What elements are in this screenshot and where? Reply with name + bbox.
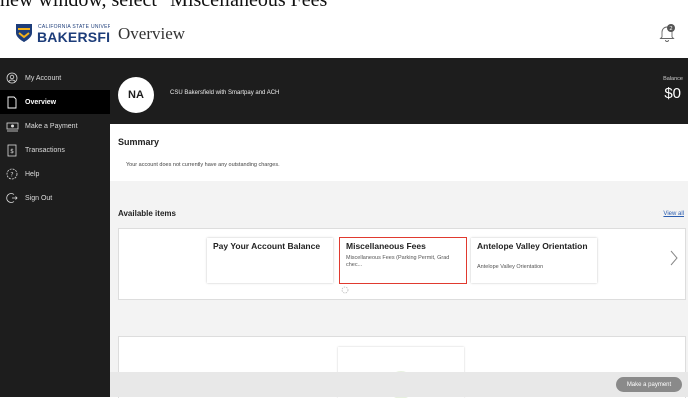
sidebar-nav: My Account Overview Make a Payment $ Tra…	[0, 66, 110, 210]
summary-text: Your account does not currently have any…	[126, 162, 280, 168]
card-description: Miscellaneous Fees (Parking Permit, Grad…	[346, 255, 450, 268]
card-title: Pay Your Account Balance	[213, 241, 321, 251]
loading-spinner-icon	[341, 286, 349, 294]
svg-text:$: $	[10, 148, 14, 155]
person-circle-icon	[5, 71, 19, 85]
card-title: Antelope Valley Orientation	[477, 241, 588, 251]
receipt-icon: $	[5, 143, 19, 157]
page-title: Overview	[118, 24, 186, 43]
balance-value: $0	[664, 85, 681, 102]
instruction-caption: new window, select "Miscellaneous Fees"	[0, 0, 688, 10]
brand-logo[interactable]: CALIFORNIA STATE UNIVERSITY BAKERSFIELD	[0, 10, 139, 58]
avatar: NA	[118, 77, 154, 113]
svg-text:?: ?	[10, 171, 13, 178]
make-payment-button[interactable]: Make a payment	[616, 377, 682, 392]
cash-icon	[5, 119, 19, 133]
sidebar-item-overview[interactable]: Overview	[0, 90, 110, 114]
balance-label: Balance	[663, 76, 683, 82]
sidebar-item-sign-out[interactable]: Sign Out	[0, 186, 110, 210]
notification-count: 2	[669, 26, 673, 32]
top-bar: Overview 2	[110, 10, 688, 59]
bottom-action-bar: Make a payment	[110, 372, 688, 397]
sidebar-item-label: Make a Payment	[25, 122, 78, 130]
sidebar-item-make-payment[interactable]: Make a Payment	[0, 114, 110, 138]
card-pay-account-balance[interactable]: Pay Your Account Balance	[207, 238, 333, 283]
sidebar-item-label: Transactions	[25, 146, 65, 154]
summary-title: Summary	[118, 137, 160, 147]
account-banner: NA CSU Bakersfield with Smartpay and ACH…	[110, 58, 688, 124]
available-items-carousel: Pay Your Account Balance Miscellaneous F…	[118, 228, 686, 300]
chevron-right-icon[interactable]	[669, 249, 679, 267]
account-name: CSU Bakersfield with Smartpay and ACH	[170, 90, 280, 96]
view-all-link[interactable]: View all	[663, 211, 684, 217]
bell-icon: 2	[659, 24, 675, 42]
summary-section: Summary Your account does not currently …	[110, 124, 688, 181]
card-title: Miscellaneous Fees	[346, 241, 426, 251]
shield-logo-icon	[16, 24, 32, 42]
sidebar-item-help[interactable]: ? Help	[0, 162, 110, 186]
available-items-title: Available items	[118, 209, 176, 218]
sidebar-item-label: My Account	[25, 74, 62, 82]
sidebar: CALIFORNIA STATE UNIVERSITY BAKERSFIELD …	[0, 10, 139, 397]
app-window: CALIFORNIA STATE UNIVERSITY BAKERSFIELD …	[0, 10, 688, 398]
sign-out-icon	[5, 191, 19, 205]
main-content: Summary Your account does not currently …	[110, 124, 688, 398]
sidebar-item-label: Overview	[25, 98, 57, 106]
sidebar-item-label: Help	[25, 170, 40, 178]
card-description: Antelope Valley Orientation	[477, 264, 544, 270]
card-antelope-valley-orientation[interactable]: Antelope Valley Orientation Antelope Val…	[471, 238, 597, 283]
sidebar-item-transactions[interactable]: $ Transactions	[0, 138, 110, 162]
sidebar-item-label: Sign Out	[25, 194, 53, 202]
question-icon: ?	[5, 167, 19, 181]
sidebar-item-my-account[interactable]: My Account	[0, 66, 110, 90]
card-miscellaneous-fees[interactable]: Miscellaneous Fees Miscellaneous Fees (P…	[339, 237, 467, 284]
notification-bell[interactable]: 2	[658, 23, 676, 43]
document-icon	[5, 95, 19, 109]
